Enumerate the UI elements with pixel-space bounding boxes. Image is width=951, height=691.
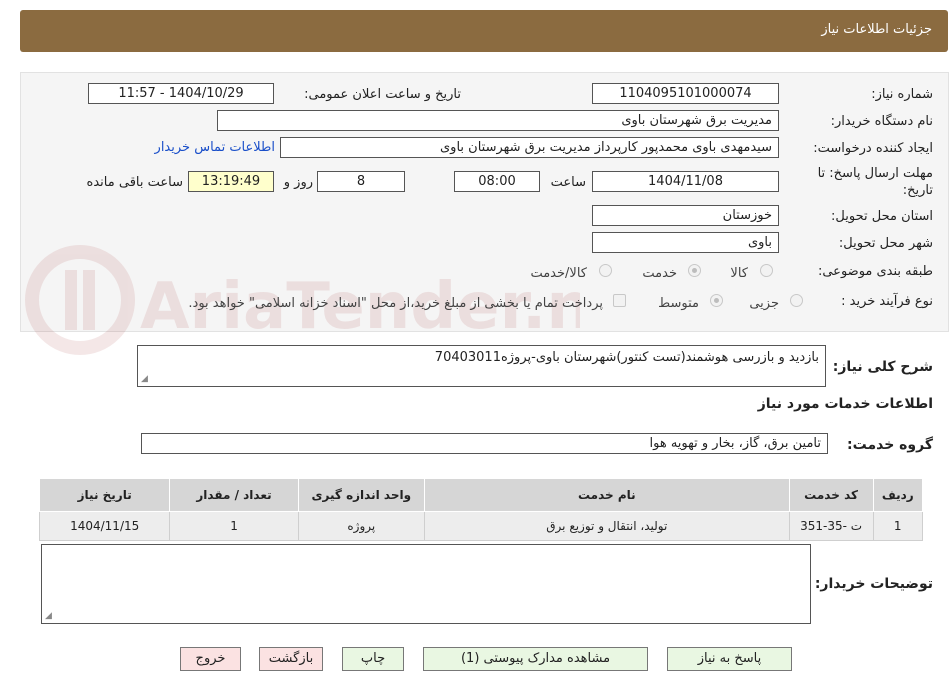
category-goods-label: کالا bbox=[730, 266, 748, 281]
col-row: ردیف bbox=[872, 478, 923, 512]
col-name: نام خدمت bbox=[423, 478, 790, 512]
deadline-time-field: 08:00 bbox=[454, 171, 540, 192]
process-medium-label: متوسط bbox=[658, 296, 699, 311]
announce-field: 1404/10/29 - 11:57 bbox=[88, 83, 274, 104]
buyer-notes-field: ◢ bbox=[41, 544, 811, 624]
reply-button[interactable]: پاسخ به نیاز bbox=[667, 647, 792, 671]
requester-label: ایجاد کننده درخواست: bbox=[813, 141, 933, 156]
deadline-label-2: تاریخ: bbox=[902, 183, 933, 198]
buyer-org-label: نام دستگاه خریدار: bbox=[830, 114, 933, 129]
buyer-notes-label: توضیحات خریدار: bbox=[814, 576, 933, 592]
cell-qty: 1 bbox=[169, 511, 299, 541]
cell-date: 1404/11/15 bbox=[38, 511, 171, 541]
requester-field: سیدمهدی باوی محمدپور کارپرداز مدیریت برق… bbox=[280, 137, 779, 158]
category-service-radio[interactable] bbox=[688, 264, 701, 277]
treasury-payment-checkbox[interactable] bbox=[613, 294, 626, 307]
remaining-time-field: 13:19:49 bbox=[188, 171, 274, 192]
need-number-label: شماره نیاز: bbox=[871, 87, 933, 102]
col-date: تاریخ نیاز bbox=[38, 478, 171, 512]
city-label: شهر محل تحویل: bbox=[838, 236, 933, 251]
category-goods-radio[interactable] bbox=[760, 264, 773, 277]
process-label: نوع فرآیند خرید : bbox=[841, 294, 933, 309]
days-field: 8 bbox=[317, 171, 405, 192]
col-code: کد خدمت bbox=[788, 478, 874, 512]
cell-name: تولید، انتقال و توزیع برق bbox=[423, 511, 790, 541]
time-label: ساعت bbox=[550, 175, 586, 190]
cell-row: 1 bbox=[872, 511, 923, 541]
page-title: جزئیات اطلاعات نیاز bbox=[821, 22, 932, 37]
cell-code: ت -35-351 bbox=[788, 511, 874, 541]
services-section-title: اطلاعات خدمات مورد نیاز bbox=[757, 396, 933, 412]
resize-grip-icon[interactable]: ◢ bbox=[141, 374, 148, 384]
treasury-payment-note: پرداخت تمام یا بخشی از مبلغ خرید،از محل … bbox=[188, 296, 603, 311]
resize-grip-icon[interactable]: ◢ bbox=[45, 611, 52, 621]
deadline-date-field: 1404/11/08 bbox=[592, 171, 779, 192]
page-header: جزئیات اطلاعات نیاز bbox=[20, 10, 948, 52]
category-service-label: خدمت bbox=[642, 266, 677, 281]
back-button[interactable]: بازگشت bbox=[259, 647, 323, 671]
process-medium-radio[interactable] bbox=[710, 294, 723, 307]
buyer-org-field: مدیریت برق شهرستان باوی bbox=[217, 110, 779, 131]
description-label: شرح کلی نیاز: bbox=[832, 359, 933, 375]
contact-buyer-link[interactable]: اطلاعات تماس خریدار bbox=[155, 140, 275, 155]
exit-button[interactable]: خروج bbox=[180, 647, 241, 671]
need-number-field: 1104095101000074 bbox=[592, 83, 779, 104]
city-field: باوی bbox=[592, 232, 779, 253]
category-both-radio[interactable] bbox=[599, 264, 612, 277]
description-text: بازدید و بازرسی هوشمند(تست کنتور)شهرستان… bbox=[434, 350, 819, 365]
services-table: ردیف کد خدمت نام خدمت واحد اندازه گیری ت… bbox=[38, 478, 923, 541]
category-both-label: کالا/خدمت bbox=[530, 266, 587, 281]
col-qty: تعداد / مقدار bbox=[169, 478, 299, 512]
process-minor-radio[interactable] bbox=[790, 294, 803, 307]
province-label: استان محل تحویل: bbox=[831, 209, 933, 224]
process-minor-label: جزیی bbox=[749, 296, 779, 311]
category-label: طبقه بندی موضوعی: bbox=[817, 264, 933, 279]
col-unit: واحد اندازه گیری bbox=[297, 478, 425, 512]
view-attachments-button[interactable]: مشاهده مدارک پیوستی (1) bbox=[423, 647, 648, 671]
table-header-row: ردیف کد خدمت نام خدمت واحد اندازه گیری ت… bbox=[38, 478, 923, 512]
days-label: روز و bbox=[283, 175, 313, 190]
print-button[interactable]: چاپ bbox=[342, 647, 404, 671]
cell-unit: پروژه bbox=[297, 511, 425, 541]
deadline-label: مهلت ارسال پاسخ: تا bbox=[817, 166, 933, 181]
province-field: خوزستان bbox=[592, 205, 779, 226]
announce-label: تاریخ و ساعت اعلان عمومی: bbox=[304, 87, 461, 102]
table-row: 1 ت -35-351 تولید، انتقال و توزیع برق پر… bbox=[38, 511, 923, 541]
description-field: بازدید و بازرسی هوشمند(تست کنتور)شهرستان… bbox=[137, 345, 826, 387]
remaining-label: ساعت باقی مانده bbox=[86, 175, 183, 190]
service-group-label: گروه خدمت: bbox=[847, 437, 933, 453]
service-group-field: تامین برق، گاز، بخار و تهویه هوا bbox=[141, 433, 828, 454]
